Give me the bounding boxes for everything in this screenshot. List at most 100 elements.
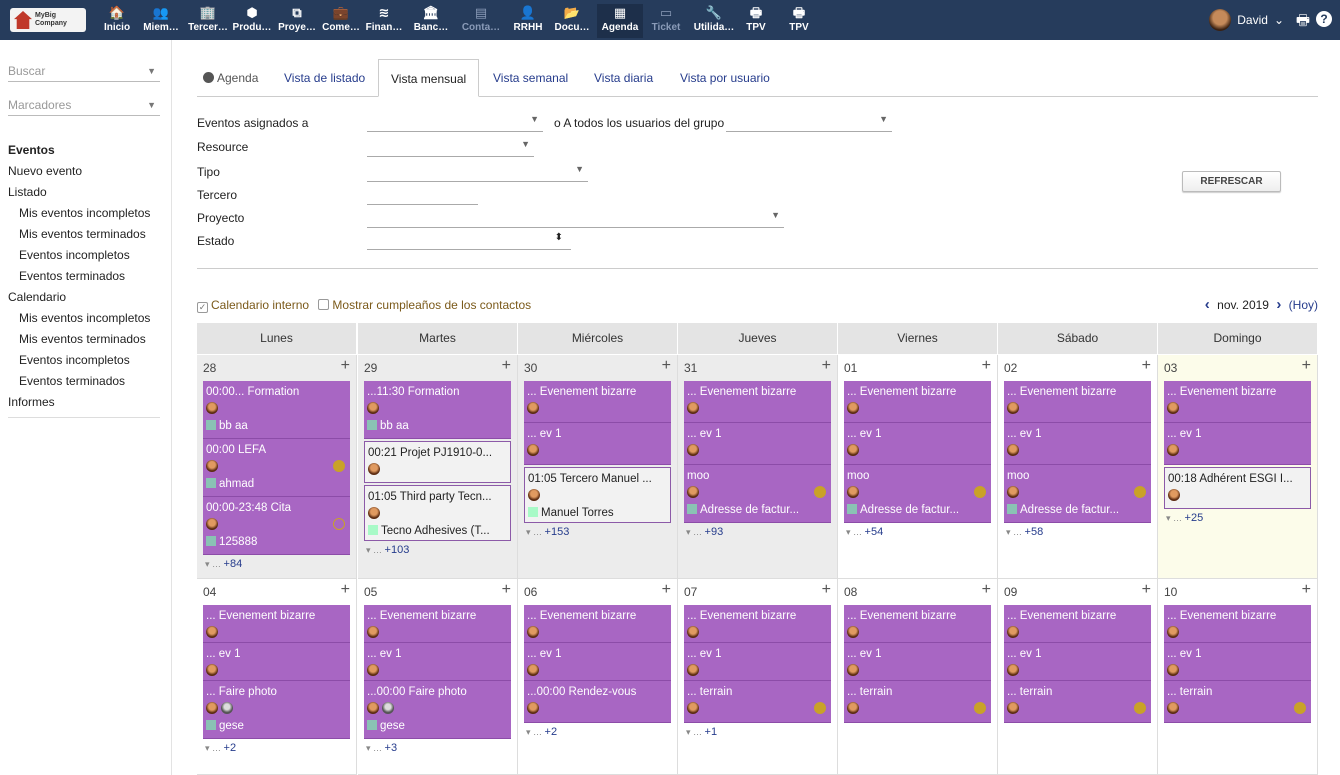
calendar-day-cell[interactable]: 01 + ... Evenement bizarre ... ev 1 moo Adres… [838,355,998,579]
menu-item-4[interactable]: ⧉ Proye… [277,4,317,38]
calendar-event[interactable]: ... ev 1 [524,423,671,465]
calendar-day-cell[interactable]: 10 + ... Evenement bizarre ... ev 1 ... terr… [1158,579,1318,775]
menu-item-6[interactable]: ≋ Finan… [364,4,404,38]
calendar-day-cell[interactable]: 04 + ... Evenement bizarre ... ev 1 ... Fair… [197,579,357,775]
sidebar-item[interactable]: Mis eventos incompletos [8,203,164,224]
calendar-event[interactable]: moo Adresse de factur... [684,465,831,523]
calendar-event[interactable]: ... ev 1 [1164,423,1311,465]
menu-item-3[interactable]: ⬢ Produ… [231,4,273,38]
tab-day-view[interactable]: Vista diaria [590,59,657,97]
today-link[interactable]: (Hoy) [1289,298,1318,312]
calendar-event[interactable]: ... terrain [684,681,831,723]
bookmarks-select[interactable]: Marcadores ▼ [8,94,160,116]
sidebar-item[interactable]: Eventos terminados [8,371,164,392]
search-select[interactable]: Buscar ▼ [8,60,160,82]
add-event-icon[interactable]: + [662,581,671,599]
more-events-link[interactable]: ▾ … +84 [205,558,242,570]
menu-item-9[interactable]: 👤 RRHH [511,4,545,38]
add-event-icon[interactable]: + [822,357,831,375]
menu-item-8[interactable]: ▤ Conta… [460,4,502,38]
resource-select[interactable]: ▼ [367,137,534,157]
assigned-user-select[interactable]: ▼ [367,112,543,132]
more-events-link[interactable]: ▾ … +2 [526,726,557,738]
more-events-link[interactable]: ▾ … +2 [205,742,236,754]
calendar-day-cell[interactable]: 29 + ...11:30 Formation bb aa 00:21 Projet P… [358,355,518,579]
calendar-event[interactable]: ... Evenement bizarre [1164,605,1311,643]
user-group-select[interactable]: ▼ [726,112,892,132]
add-event-icon[interactable]: + [1302,357,1311,375]
sidebar-item[interactable]: Mis eventos terminados [8,329,164,350]
calendar-event[interactable]: ... ev 1 [1004,423,1151,465]
internal-calendar-checkbox[interactable]: ✓ [197,302,208,313]
calendar-event[interactable]: 00:00-23:48 Cita 125888 [203,497,350,555]
tab-per-user-view[interactable]: Vista por usuario [676,59,774,97]
status-select[interactable]: ⬍ [367,230,571,250]
more-events-link[interactable]: ▾ … +3 [366,742,397,754]
calendar-day-cell[interactable]: 30 + ... Evenement bizarre ... ev 1 01:05 Te… [518,355,678,579]
calendar-event[interactable]: 00:00 LEFA ahmad [203,439,350,497]
more-events-link[interactable]: ▾ … +54 [846,526,883,538]
calendar-event[interactable]: ... Evenement bizarre [524,381,671,423]
help-icon[interactable]: ? [1316,11,1332,27]
calendar-event[interactable]: 00:00... Formation bb aa [203,381,350,439]
calendar-event[interactable]: ... ev 1 [203,643,350,681]
calendar-event[interactable]: 00:18 Adhérent ESGI I... [1164,467,1311,509]
more-events-link[interactable]: ▾ … +93 [686,526,723,538]
calendar-event[interactable]: ... ev 1 [844,423,991,465]
more-events-link[interactable]: ▾ … +103 [366,544,409,556]
calendar-day-cell[interactable]: 02 + ... Evenement bizarre ... ev 1 moo Adres… [998,355,1158,579]
calendar-event[interactable]: ... Evenement bizarre [844,605,991,643]
menu-item-11[interactable]: ▦ Agenda [597,4,643,38]
calendar-event[interactable]: ... Faire photo gese [203,681,350,739]
next-month-icon[interactable]: › [1276,296,1281,313]
calendar-event[interactable]: 00:21 Projet PJ1910-0... [364,441,511,483]
calendar-event[interactable]: ... ev 1 [684,643,831,681]
menu-item-15[interactable]: 🖶 TPV [785,4,813,38]
calendar-day-cell[interactable]: 28 +00:00... Formation bb aa 00:00 LEFA ahma… [197,355,357,579]
calendar-event[interactable]: ... Evenement bizarre [524,605,671,643]
calendar-event[interactable]: ... ev 1 [1164,643,1311,681]
calendar-day-cell[interactable]: 05 + ... Evenement bizarre ... ev 1 ...00:00… [358,579,518,775]
calendar-event[interactable]: ... Evenement bizarre [1164,381,1311,423]
menu-item-14[interactable]: 🖶 TPV [742,4,770,38]
calendar-event[interactable]: ... Evenement bizarre [684,605,831,643]
add-event-icon[interactable]: + [822,581,831,599]
type-select[interactable]: ▼ [367,162,588,182]
add-event-icon[interactable]: + [982,581,991,599]
sidebar-item[interactable]: Eventos incompletos [8,350,164,371]
calendar-event[interactable]: moo Adresse de factur... [844,465,991,523]
tab-month-view[interactable]: Vista mensual [378,59,480,97]
menu-item-13[interactable]: 🔧 Utilida… [692,4,736,38]
calendar-day-cell[interactable]: 03 + ... Evenement bizarre ... ev 1 00:18 Ad… [1158,355,1318,579]
calendar-event[interactable]: ... ev 1 [1004,643,1151,681]
add-event-icon[interactable]: + [502,357,511,375]
calendar-event[interactable]: ... Evenement bizarre [684,381,831,423]
add-event-icon[interactable]: + [662,357,671,375]
calendar-day-cell[interactable]: 31 + ... Evenement bizarre ... ev 1 moo Adres… [678,355,838,579]
menu-item-2[interactable]: 🏢 Tercer… [186,4,230,38]
calendar-day-cell[interactable]: 09 + ... Evenement bizarre ... ev 1 ... terr… [998,579,1158,775]
calendar-event[interactable]: ... Evenement bizarre [1004,381,1151,423]
calendar-day-cell[interactable]: 07 + ... Evenement bizarre ... ev 1 ... terr… [678,579,838,775]
calendar-event[interactable]: ...00:00 Faire photo gese [364,681,511,739]
tab-agenda[interactable]: Agenda [199,59,262,97]
sidebar-item[interactable]: Calendario [8,287,164,308]
refresh-button[interactable]: REFRESCAR [1182,171,1281,192]
menu-item-5[interactable]: 💼 Come… [322,4,360,38]
menu-item-7[interactable]: 🏛 Banc… [412,4,450,38]
calendar-event[interactable]: 01:05 Third party Tecn... Tecno Adhesives… [364,485,511,541]
menu-item-12[interactable]: ▭ Ticket [647,4,685,38]
calendar-event[interactable]: ... terrain [1004,681,1151,723]
add-event-icon[interactable]: + [1302,581,1311,599]
more-events-link[interactable]: ▾ … +58 [1006,526,1043,538]
calendar-event[interactable]: ... Evenement bizarre [844,381,991,423]
calendar-event[interactable]: 01:05 Tercero Manuel ... Manuel Torres [524,467,671,523]
birthdays-checkbox[interactable] [318,299,330,310]
add-event-icon[interactable]: + [982,357,991,375]
prev-month-icon[interactable]: ‹ [1205,296,1210,313]
calendar-event[interactable]: ... ev 1 [364,643,511,681]
more-events-link[interactable]: ▾ … +1 [686,726,717,738]
calendar-event[interactable]: ... Evenement bizarre [364,605,511,643]
sidebar-item[interactable]: Nuevo evento [8,161,164,182]
menu-item-0[interactable]: 🏠 Inicio [100,4,134,38]
